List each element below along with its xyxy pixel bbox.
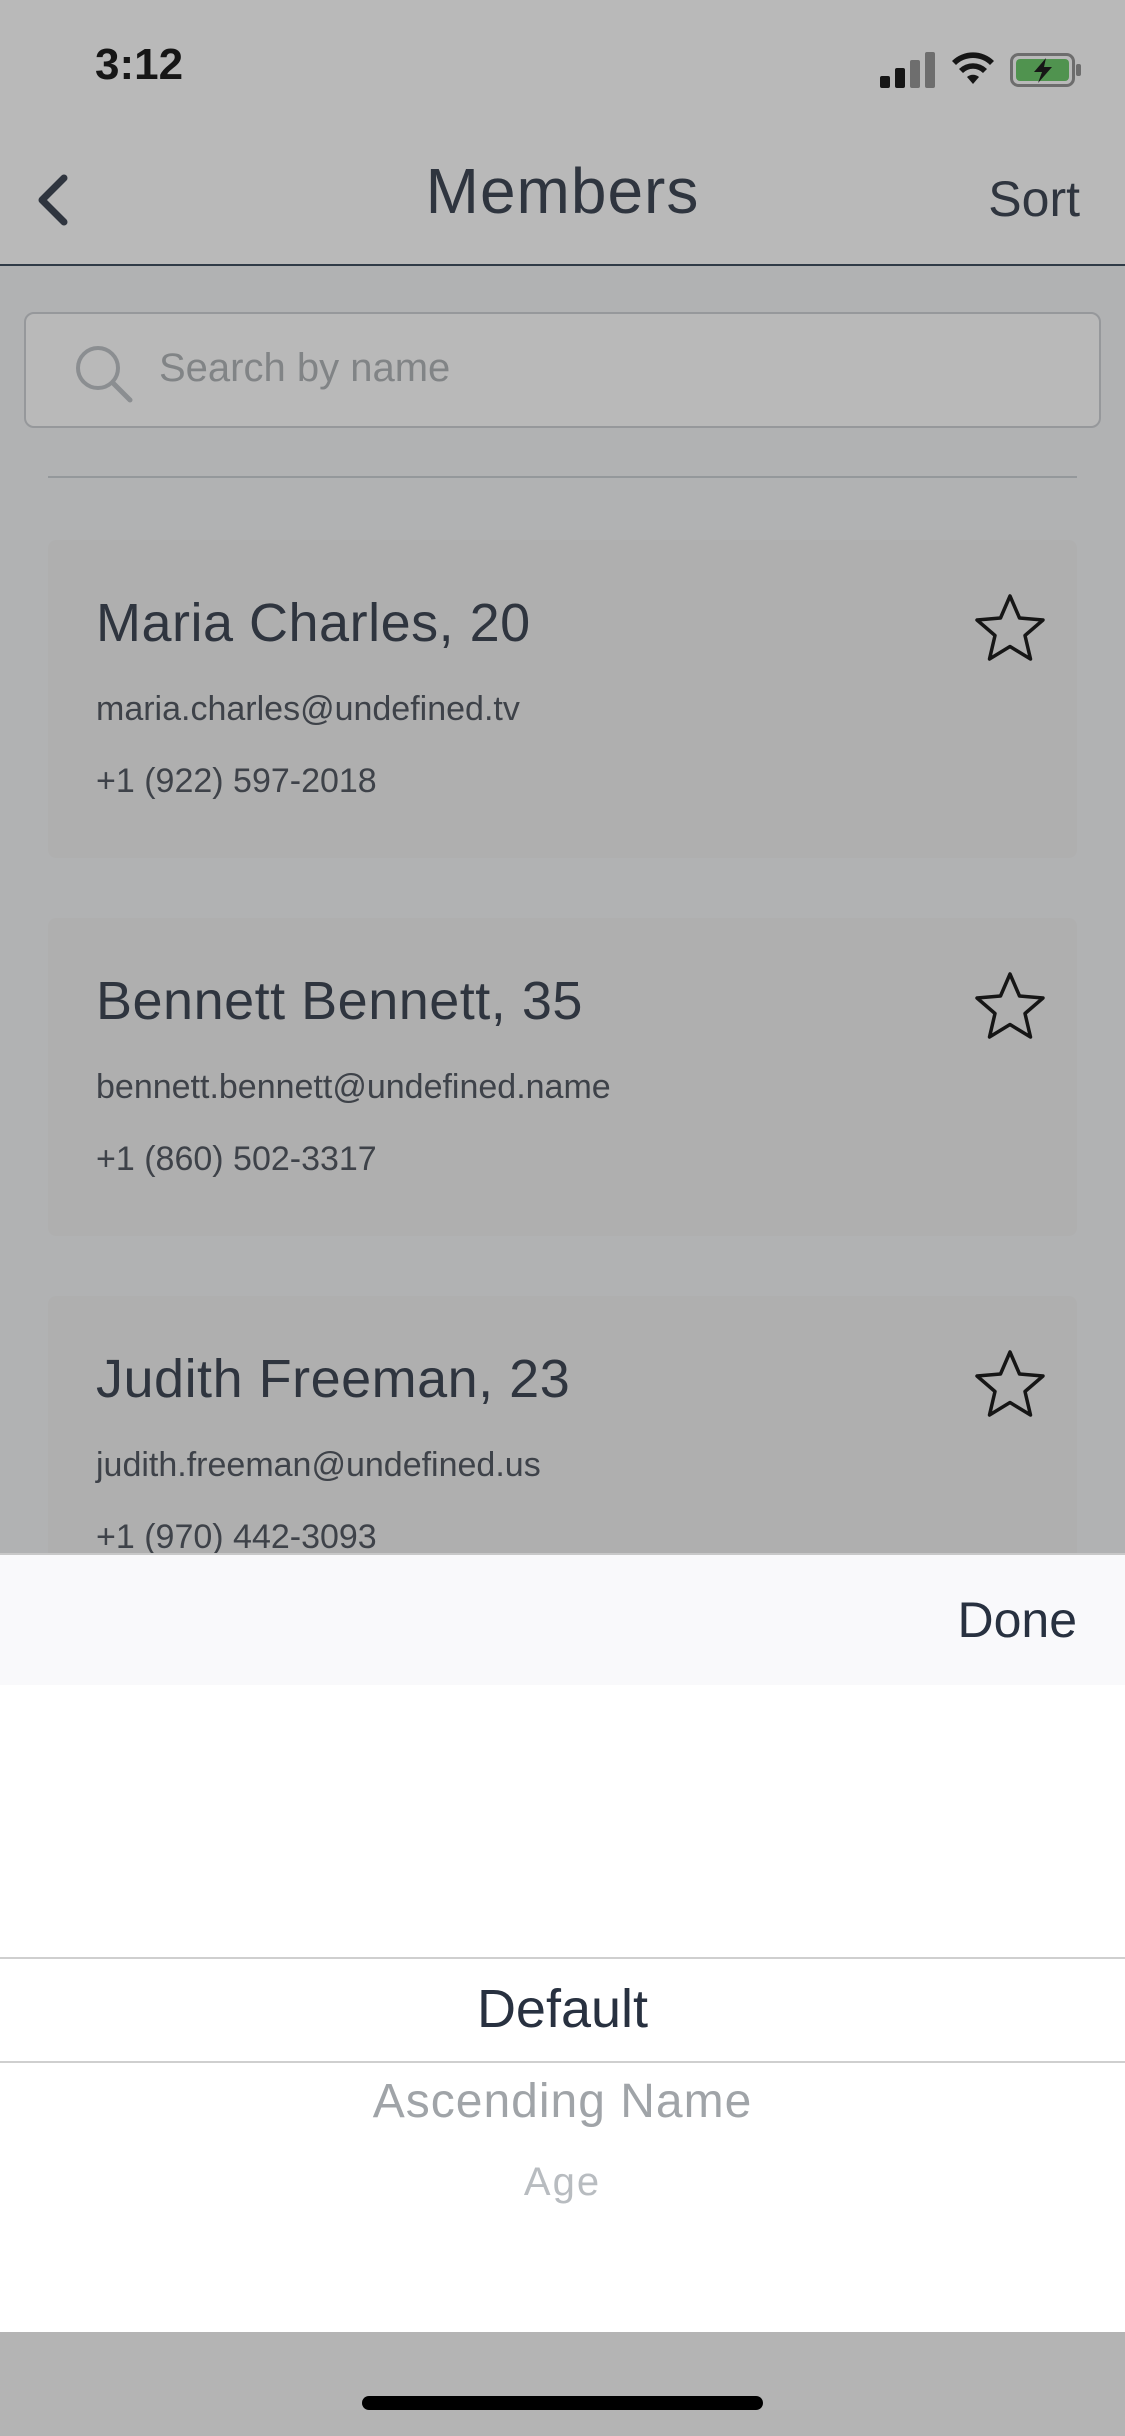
done-button[interactable]: Done [957, 1591, 1077, 1649]
picker-selection-line [0, 1957, 1125, 1959]
modal-backdrop[interactable] [0, 0, 1125, 1553]
picker-toolbar: Done [0, 1553, 1125, 1685]
members-content: 3:12 Members Sort Search by name Maria C… [0, 0, 1125, 1553]
modal-backdrop-bottom [0, 2332, 1125, 2436]
picker-option-default[interactable]: Default [0, 1978, 1125, 2040]
picker-option-age[interactable]: Age [0, 2160, 1125, 2205]
members-screen: 3:12 Members Sort Search by name Maria C… [0, 0, 1125, 2436]
picker-option-ascending-name[interactable]: Ascending Name [0, 2074, 1125, 2129]
picker-selection-line [0, 2061, 1125, 2063]
home-indicator[interactable] [362, 2396, 763, 2410]
